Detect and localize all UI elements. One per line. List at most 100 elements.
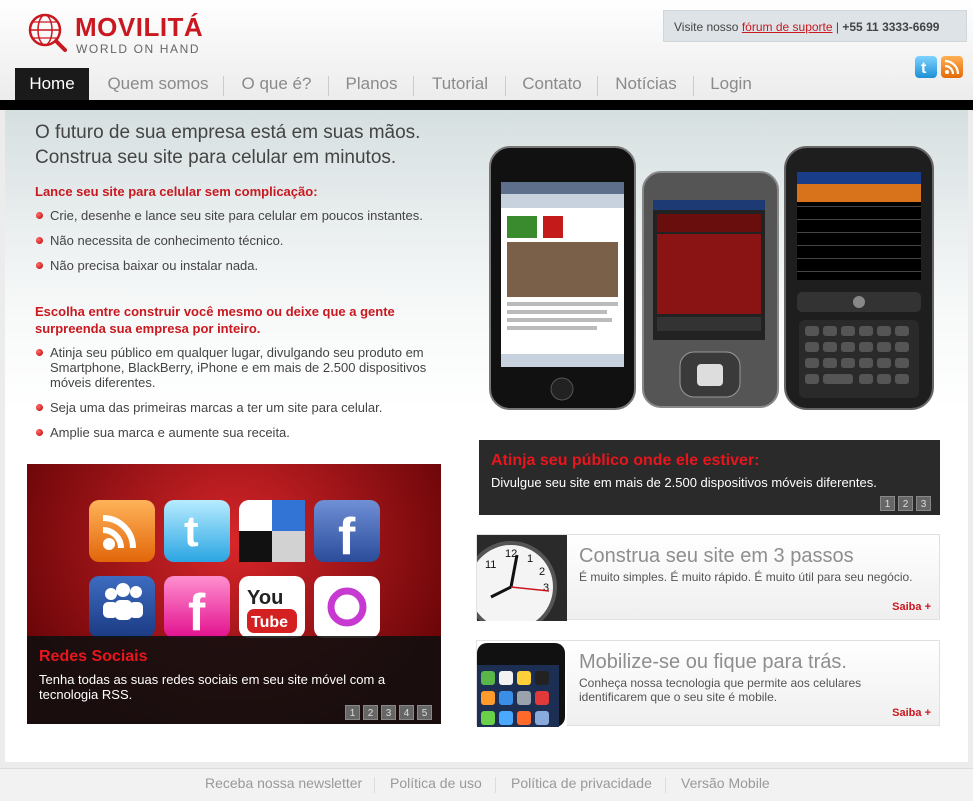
- list-item: Atinja seu público em qualquer lugar, di…: [35, 345, 435, 390]
- htc-phone-image: [642, 171, 779, 408]
- pager-button-1[interactable]: 1: [880, 496, 895, 511]
- phones-illustration: [489, 146, 934, 410]
- support-phone: +55 11 3333-6699: [842, 20, 940, 34]
- iphone-image: [489, 146, 636, 410]
- site-logo[interactable]: MOVILITÁ WORLD ON HAND: [25, 10, 215, 58]
- support-forum-link[interactable]: fórum de suporte: [742, 20, 833, 34]
- brand-name: MOVILITÁ: [75, 12, 204, 42]
- nav-login[interactable]: Login: [698, 68, 764, 100]
- nav-contato[interactable]: Contato: [510, 68, 594, 100]
- svg-text:You: You: [247, 587, 283, 609]
- svg-text:f: f: [338, 508, 356, 562]
- nav-separator: [413, 76, 414, 96]
- nav-separator: [505, 76, 506, 96]
- nav-quem-somos[interactable]: Quem somos: [96, 68, 220, 100]
- main-nav: Home Quem somos O que é? Planos Tutorial…: [0, 68, 973, 100]
- myspace-app-icon: [89, 576, 155, 638]
- list-item: Crie, desenhe e lance seu site para celu…: [35, 208, 435, 223]
- bullet-icon: [36, 262, 43, 269]
- nav-bottom-bar: [0, 100, 973, 110]
- promo-text: Conheça nossa tecnologia que permite aos…: [579, 676, 862, 704]
- site-footer: Receba nossa newsletter Política de uso …: [0, 768, 973, 801]
- nav-separator: [328, 76, 329, 96]
- brand-tagline: WORLD ON HAND: [76, 42, 201, 56]
- svg-text:11: 11: [485, 559, 496, 571]
- footer-separator: [495, 777, 496, 793]
- nav-o-que-e[interactable]: O que é?: [228, 68, 325, 100]
- pager-button-2[interactable]: 2: [898, 496, 913, 511]
- bullet-icon: [36, 237, 43, 244]
- rss-app-icon: [89, 500, 155, 562]
- promo-mobilize[interactable]: Mobilize-se ou fique para trás. Conheça …: [476, 640, 940, 727]
- nav-noticias[interactable]: Notícias: [602, 68, 690, 100]
- reach-slider-title: Atinja seu público onde ele estiver:: [491, 452, 760, 469]
- saiba-mais-link[interactable]: Saiba +: [892, 707, 931, 719]
- support-separator: |: [835, 20, 840, 34]
- iphone-apps-image: [477, 641, 567, 727]
- svg-text:3: 3: [543, 582, 549, 594]
- footer-separator: [665, 777, 666, 793]
- hero-list-1: Crie, desenhe e lance seu site para celu…: [35, 208, 435, 283]
- nav-separator: [597, 76, 598, 96]
- pager-button-1[interactable]: 1: [345, 705, 360, 720]
- footer-link-privacy[interactable]: Política de privacidade: [511, 775, 652, 791]
- support-prefix: Visite nosso: [674, 20, 739, 34]
- youtube-app-icon: You Tube: [239, 576, 305, 638]
- social-networks-slider[interactable]: t f f You Tube Redes Sociais Tenha todas …: [27, 464, 441, 724]
- footer-separator: [374, 777, 375, 793]
- bullet-icon: [36, 212, 43, 219]
- nav-home[interactable]: Home: [15, 68, 89, 100]
- list-item: Não precisa baixar ou instalar nada.: [35, 258, 435, 273]
- footer-link-terms[interactable]: Política de uso: [390, 775, 482, 791]
- svg-text:2: 2: [539, 566, 545, 578]
- reach-slider-text: Divulgue seu site em mais de 2.500 dispo…: [491, 475, 877, 490]
- twitter-app-icon: t: [164, 500, 230, 562]
- bullet-icon: [36, 429, 43, 436]
- svg-text:f: f: [188, 584, 206, 638]
- promo-title: Construa seu site em 3 passos: [579, 545, 854, 567]
- blackberry-image: [784, 146, 934, 410]
- hero-headline-line-2: Construa seu site para celular em minuto…: [35, 147, 397, 168]
- list-item: Amplie sua marca e aumente sua receita.: [35, 425, 435, 440]
- pager-button-3[interactable]: 3: [381, 705, 396, 720]
- hero-headline: O futuro de sua empresa está em suas mão…: [35, 120, 420, 170]
- promo-text: É muito simples. É muito rápido. É muito…: [579, 570, 913, 584]
- nav-separator: [223, 76, 224, 96]
- svg-text:Tube: Tube: [251, 614, 288, 631]
- promo-build-site[interactable]: 12 1 2 3 11 Construa seu site em 3 passos É …: [476, 534, 940, 621]
- list-item: Seja uma das primeiras marcas a ter um s…: [35, 400, 435, 415]
- bullet-icon: [36, 349, 43, 356]
- delicious-app-icon: [239, 500, 305, 562]
- nav-tutorial[interactable]: Tutorial: [418, 68, 502, 100]
- nav-planos[interactable]: Planos: [333, 68, 410, 100]
- hero-subheading-2: Escolha entre construir você mesmo ou de…: [35, 304, 395, 336]
- list-item: Não necessita de conhecimento técnico.: [35, 233, 435, 248]
- pager-button-5[interactable]: 5: [417, 705, 432, 720]
- social-slider-text: Tenha todas as suas redes sociais em seu…: [39, 672, 386, 702]
- clock-image: 12 1 2 3 11: [477, 535, 567, 621]
- reach-slider[interactable]: Atinja seu público onde ele estiver: Div…: [479, 440, 940, 515]
- hero-subheading-1: Lance seu site para celular sem complica…: [35, 184, 318, 199]
- footer-link-mobile[interactable]: Versão Mobile: [681, 775, 770, 791]
- social-slider-pager: 1 2 3 4 5: [345, 705, 432, 720]
- hero-headline-line-1: O futuro de sua empresa está em suas mão…: [35, 122, 421, 143]
- globe-logo-icon: [28, 13, 67, 52]
- site-header: MOVILITÁ WORLD ON HAND Visite nosso fóru…: [0, 0, 973, 100]
- facebook-pink-app-icon: f: [164, 576, 230, 642]
- facebook-app-icon: f: [314, 500, 380, 566]
- support-box: Visite nosso fórum de suporte | +55 11 3…: [663, 10, 967, 42]
- orkut-app-icon: [314, 576, 380, 638]
- social-slider-title: Redes Sociais: [39, 648, 148, 665]
- main-content: O futuro de sua empresa está em suas mão…: [5, 110, 968, 762]
- pager-button-4[interactable]: 4: [399, 705, 414, 720]
- pager-button-2[interactable]: 2: [363, 705, 378, 720]
- pager-button-3[interactable]: 3: [916, 496, 931, 511]
- svg-text:1: 1: [527, 553, 533, 565]
- promo-title: Mobilize-se ou fique para trás.: [579, 651, 847, 673]
- reach-slider-pager: 1 2 3: [880, 496, 931, 511]
- svg-text:t: t: [184, 507, 199, 556]
- nav-separator: [693, 76, 694, 96]
- bullet-icon: [36, 404, 43, 411]
- saiba-mais-link[interactable]: Saiba +: [892, 601, 931, 613]
- footer-link-newsletter[interactable]: Receba nossa newsletter: [205, 775, 362, 791]
